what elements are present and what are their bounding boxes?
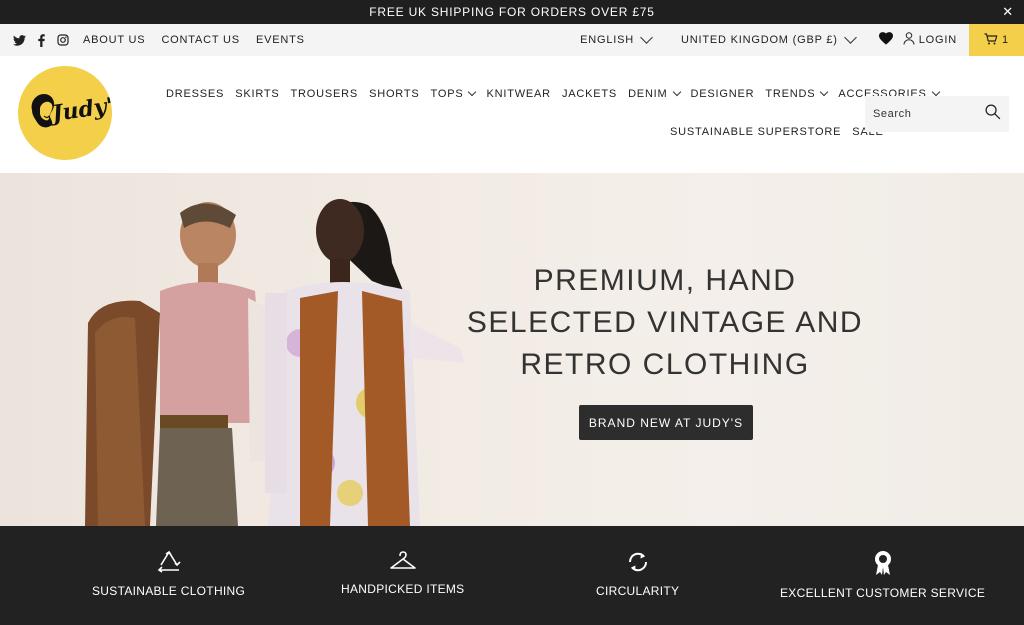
events-link[interactable]: EVENTS	[256, 34, 305, 46]
user-icon	[903, 32, 915, 48]
nav-skirts[interactable]: SKIRTS	[235, 88, 279, 100]
features-bar: SUSTAINABLE CLOTHING HANDPICKED ITEMS CI…	[0, 526, 1024, 625]
facebook-icon[interactable]	[38, 33, 45, 47]
circular-arrows-icon	[626, 550, 650, 574]
search-box	[865, 96, 1009, 132]
nav-label: SUSTAINABLE SUPERSTORE	[670, 126, 842, 138]
announcement-text: FREE UK SHIPPING FOR ORDERS OVER £75	[369, 5, 655, 19]
search-input[interactable]	[873, 108, 973, 120]
chevron-down-icon	[640, 31, 653, 44]
feature-sustainable: SUSTAINABLE CLOTHING	[92, 550, 245, 598]
search-icon[interactable]	[984, 103, 1001, 125]
announcement-bar: FREE UK SHIPPING FOR ORDERS OVER £75 ✕	[0, 0, 1024, 24]
chevron-down-icon	[672, 87, 681, 97]
hero-models-image	[85, 199, 465, 526]
cart-icon	[984, 32, 998, 48]
feature-customer-service: EXCELLENT CUSTOMER SERVICE	[780, 550, 985, 600]
hero-title-line: RETRO CLOTHING	[520, 348, 810, 381]
instagram-icon[interactable]	[57, 34, 69, 46]
brand-new-button[interactable]: BRAND NEW AT JUDY'S	[579, 405, 753, 440]
award-rosette-icon	[873, 550, 893, 576]
nav-label: SHORTS	[369, 88, 420, 100]
utility-right: ENGLISH UNITED KINGDOM (GBP £) LOGIN 1	[580, 24, 1024, 56]
hero-banner: PREMIUM, HAND SELECTED VINTAGE AND RETRO…	[0, 173, 1024, 526]
twitter-icon[interactable]	[13, 34, 26, 46]
feature-circularity: CIRCULARITY	[596, 550, 679, 598]
main-nav-row-2: SUSTAINABLE SUPERSTORE SALE	[670, 126, 884, 138]
language-selector[interactable]: ENGLISH	[580, 31, 653, 46]
nav-label: DENIM	[628, 88, 668, 100]
nav-label: TOPS	[430, 88, 464, 100]
nav-label: TRENDS	[765, 88, 816, 100]
chevron-down-icon	[843, 31, 857, 44]
close-icon[interactable]: ✕	[1002, 4, 1014, 20]
chevron-down-icon	[820, 87, 829, 97]
social-links	[13, 33, 69, 47]
feature-handpicked: HANDPICKED ITEMS	[341, 550, 464, 596]
nav-jackets[interactable]: JACKETS	[562, 88, 617, 100]
utility-links: ABOUT US CONTACT US EVENTS	[83, 34, 305, 46]
about-us-link[interactable]: ABOUT US	[83, 34, 145, 46]
utility-bar: ABOUT US CONTACT US EVENTS ENGLISH UNITE…	[0, 24, 1024, 56]
nav-label: TROUSERS	[290, 88, 359, 100]
site-header: Judy's DRESSES SKIRTS TROUSERS SHORTS TO…	[0, 56, 1024, 173]
country-selector[interactable]: UNITED KINGDOM (GBP £)	[681, 31, 857, 46]
country-value: UNITED KINGDOM (GBP £)	[681, 34, 838, 46]
feature-label: CIRCULARITY	[596, 584, 680, 598]
hanger-icon	[389, 550, 417, 572]
nav-shorts[interactable]: SHORTS	[369, 88, 419, 100]
chevron-down-icon	[931, 87, 940, 97]
login-label: LOGIN	[918, 34, 957, 46]
nav-label: KNITWEAR	[486, 88, 551, 100]
hero-title-line: SELECTED VINTAGE AND	[466, 306, 864, 339]
nav-trousers[interactable]: TROUSERS	[291, 88, 359, 100]
language-value: ENGLISH	[580, 34, 635, 46]
nav-tops[interactable]: TOPS	[430, 87, 477, 100]
feature-label: SUSTAINABLE CLOTHING	[92, 584, 246, 598]
nav-sustainable-superstore[interactable]: SUSTAINABLE SUPERSTORE	[670, 126, 841, 138]
cart-count: 1	[1002, 34, 1009, 46]
nav-label: SKIRTS	[235, 88, 280, 100]
hero-title-line: PREMIUM, HAND	[533, 264, 797, 297]
nav-denim[interactable]: DENIM	[628, 87, 681, 100]
main-nav-row-1: DRESSES SKIRTS TROUSERS SHORTS TOPS KNIT…	[166, 87, 940, 100]
nav-label: JACKETS	[561, 88, 618, 100]
recycle-icon	[156, 550, 182, 574]
nav-label: DRESSES	[166, 88, 225, 100]
nav-label: DESIGNER	[690, 88, 755, 100]
hero-title: PREMIUM, HAND SELECTED VINTAGE AND RETRO…	[460, 260, 870, 386]
feature-label: HANDPICKED ITEMS	[341, 582, 465, 596]
feature-label: EXCELLENT CUSTOMER SERVICE	[780, 586, 986, 600]
logo[interactable]: Judy's	[18, 66, 112, 160]
nav-dresses[interactable]: DRESSES	[166, 88, 224, 100]
nav-knitwear[interactable]: KNITWEAR	[486, 88, 550, 100]
contact-us-link[interactable]: CONTACT US	[161, 34, 240, 46]
chevron-down-icon	[468, 87, 477, 97]
nav-designer[interactable]: DESIGNER	[691, 88, 755, 100]
nav-trends[interactable]: TRENDS	[765, 87, 829, 100]
cart-button[interactable]: 1	[969, 24, 1024, 56]
login-link[interactable]: LOGIN	[903, 32, 957, 48]
heart-icon[interactable]	[878, 32, 893, 48]
